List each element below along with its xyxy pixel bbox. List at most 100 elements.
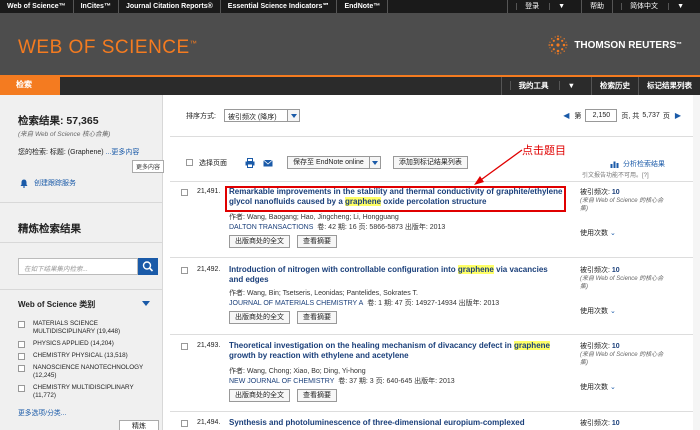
sort-value: 被引频次 (降序): [227, 114, 277, 121]
category-item[interactable]: CHEMISTRY MULTIDISCIPLINARY (11,772): [18, 384, 158, 400]
my-tools-label: 我的工具: [509, 81, 557, 90]
tab-search[interactable]: 检索: [0, 75, 60, 95]
divider: [0, 242, 163, 243]
highlight-box: [225, 186, 566, 212]
refine-button[interactable]: 精炼: [119, 420, 159, 430]
create-alert-label: 创建跟踪服务: [34, 180, 76, 187]
divider: [0, 202, 163, 203]
product-link-wos[interactable]: Web of Science™: [0, 0, 74, 13]
create-alert-link[interactable]: 创建跟踪服务: [20, 178, 76, 188]
usage-menu[interactable]: 使用次数 ⌄: [580, 382, 616, 392]
record-title-part: Theoretical investigation on the healing…: [229, 341, 514, 350]
my-tools-menu[interactable]: 我的工具 ▼: [500, 77, 591, 95]
record-checkbox[interactable]: [181, 343, 188, 350]
add-to-marked-list-button[interactable]: 添加到标记结果列表: [392, 156, 468, 169]
results-count: 检索结果: 57,365: [18, 115, 99, 127]
citations-count[interactable]: 10: [612, 343, 620, 350]
product-link-esi[interactable]: Essential Science Indicators℠: [221, 0, 338, 13]
category-item[interactable]: NANOSCIENCE NANOTECHNOLOGY (12,245): [18, 364, 158, 380]
save-to-endnote-button[interactable]: 保存至 EndNote online: [287, 156, 370, 169]
record-title-link[interactable]: Synthesis and photoluminescence of three…: [229, 418, 564, 428]
more-content-link[interactable]: ...更多内容: [106, 149, 140, 156]
citations-count[interactable]: 10: [612, 267, 620, 274]
collapse-triangle-icon[interactable]: [142, 301, 150, 306]
usage-menu[interactable]: 使用次数 ⌄: [580, 306, 616, 316]
citations-count[interactable]: 10: [612, 420, 620, 427]
search-history-link[interactable]: 检索历史: [591, 77, 638, 95]
top-bar: Web of Science™ InCites™ Journal Citatio…: [0, 0, 700, 13]
thomson-reuters-text: THOMSON REUTERS: [574, 39, 676, 51]
category-checkbox[interactable]: [18, 321, 25, 328]
analyze-results-label: 分析检索结果: [623, 161, 665, 168]
record-journal-line: DALTON TRANSACTIONS 卷: 42 期: 16 页: 5866-…: [229, 222, 564, 232]
email-icon[interactable]: [263, 158, 273, 168]
citations-label: 被引频次:: [580, 189, 612, 196]
record-citations: 被引频次: 10: [580, 341, 620, 351]
nav-links: 我的工具 ▼ 检索历史 标记结果列表: [500, 77, 700, 95]
language-menu[interactable]: 简体中文 ▼: [612, 0, 700, 13]
wos-logo[interactable]: WEB OF SCIENCE™: [18, 37, 197, 59]
full-text-button[interactable]: 出版商处的全文: [229, 235, 290, 248]
record-journal[interactable]: JOURNAL OF MATERIALS CHEMISTRY A: [229, 300, 363, 307]
usage-menu[interactable]: 使用次数 ⌄: [580, 228, 616, 238]
usage-label: 使用次数: [580, 308, 608, 315]
page-input[interactable]: 2,150: [585, 109, 618, 122]
citations-count[interactable]: 10: [612, 189, 620, 196]
view-abstract-button[interactable]: 查看摘要: [297, 389, 337, 402]
category-checkbox[interactable]: [18, 365, 25, 372]
record-checkbox[interactable]: [181, 267, 188, 274]
record-journal-line: JOURNAL OF MATERIALS CHEMISTRY A 卷: 1 期:…: [229, 298, 564, 308]
sort-bar: 排序方式: 被引频次 (降序): [186, 109, 300, 122]
category-item[interactable]: MATERIALS SCIENCE MULTIDISCIPLINARY (19,…: [18, 320, 158, 336]
record-buttons: 出版商处的全文 查看摘要: [229, 389, 344, 402]
scrollbar[interactable]: [693, 95, 700, 430]
sort-select[interactable]: 被引频次 (降序): [223, 109, 300, 122]
prev-page-icon[interactable]: ◀: [563, 111, 569, 120]
view-abstract-button[interactable]: 查看摘要: [297, 235, 337, 248]
category-checkbox[interactable]: [18, 341, 25, 348]
divider: [0, 289, 163, 290]
product-link-jcr[interactable]: Journal Citation Reports®: [119, 0, 221, 13]
select-page-checkbox[interactable]: [186, 159, 193, 166]
category-checkbox[interactable]: [18, 353, 25, 360]
pager: ◀ 第 2,150 页, 共 5,737 页 ▶: [558, 109, 686, 122]
print-icon[interactable]: [245, 157, 255, 168]
page-suffix: 页: [662, 112, 670, 120]
more-categories-link[interactable]: 更多选项/分类...: [18, 407, 66, 417]
next-page-icon[interactable]: ▶: [675, 111, 681, 120]
product-link-endnote[interactable]: EndNote™: [337, 0, 389, 13]
full-text-button[interactable]: 出版商处的全文: [229, 311, 290, 324]
full-text-button[interactable]: 出版商处的全文: [229, 389, 290, 402]
thomson-reuters-tm: ™: [676, 42, 682, 48]
product-link-incites[interactable]: InCites™: [74, 0, 119, 13]
record-journal[interactable]: DALTON TRANSACTIONS: [229, 224, 313, 231]
record-title-link[interactable]: Introduction of nitrogen with controllab…: [229, 265, 564, 285]
chevron-down-icon[interactable]: [368, 156, 381, 169]
refine-search-input[interactable]: 在如下结果集内检索...: [18, 258, 138, 275]
category-item[interactable]: PHYSICS APPLIED (14,204): [18, 340, 158, 348]
help-link[interactable]: 帮助: [581, 0, 612, 13]
divider: [170, 181, 700, 182]
record-checkbox[interactable]: [181, 420, 188, 427]
top-bar-right: 登录 ▼ 帮助 简体中文 ▼: [507, 0, 700, 13]
record-journal[interactable]: NEW JOURNAL OF CHEMISTRY: [229, 378, 334, 385]
category-checkbox[interactable]: [18, 385, 25, 392]
record-title-link[interactable]: Theoretical investigation on the healing…: [229, 341, 564, 361]
record-checkbox[interactable]: [181, 189, 188, 196]
wos-logo-tm: ™: [189, 40, 198, 48]
usage-label: 使用次数: [580, 230, 608, 237]
chevron-down-icon: ▼: [549, 3, 574, 10]
login-label: 登录: [516, 3, 548, 10]
search-icon: [142, 261, 154, 272]
login-menu[interactable]: 登录 ▼: [507, 0, 581, 13]
record-number: 21,491.: [197, 188, 221, 195]
refine-search-button[interactable]: [138, 258, 158, 275]
marked-list-link[interactable]: 标记结果列表: [638, 77, 700, 95]
view-abstract-button[interactable]: 查看摘要: [297, 311, 337, 324]
bell-icon: [20, 179, 28, 188]
analyze-results-link[interactable]: 分析检索结果: [610, 159, 665, 169]
citations-source: (来自 Web of Science 的核心合集): [580, 198, 664, 212]
category-title: Web of Science 类别: [18, 300, 96, 309]
category-item[interactable]: CHEMISTRY PHYSICAL (13,518): [18, 352, 158, 360]
divider: [170, 136, 700, 137]
